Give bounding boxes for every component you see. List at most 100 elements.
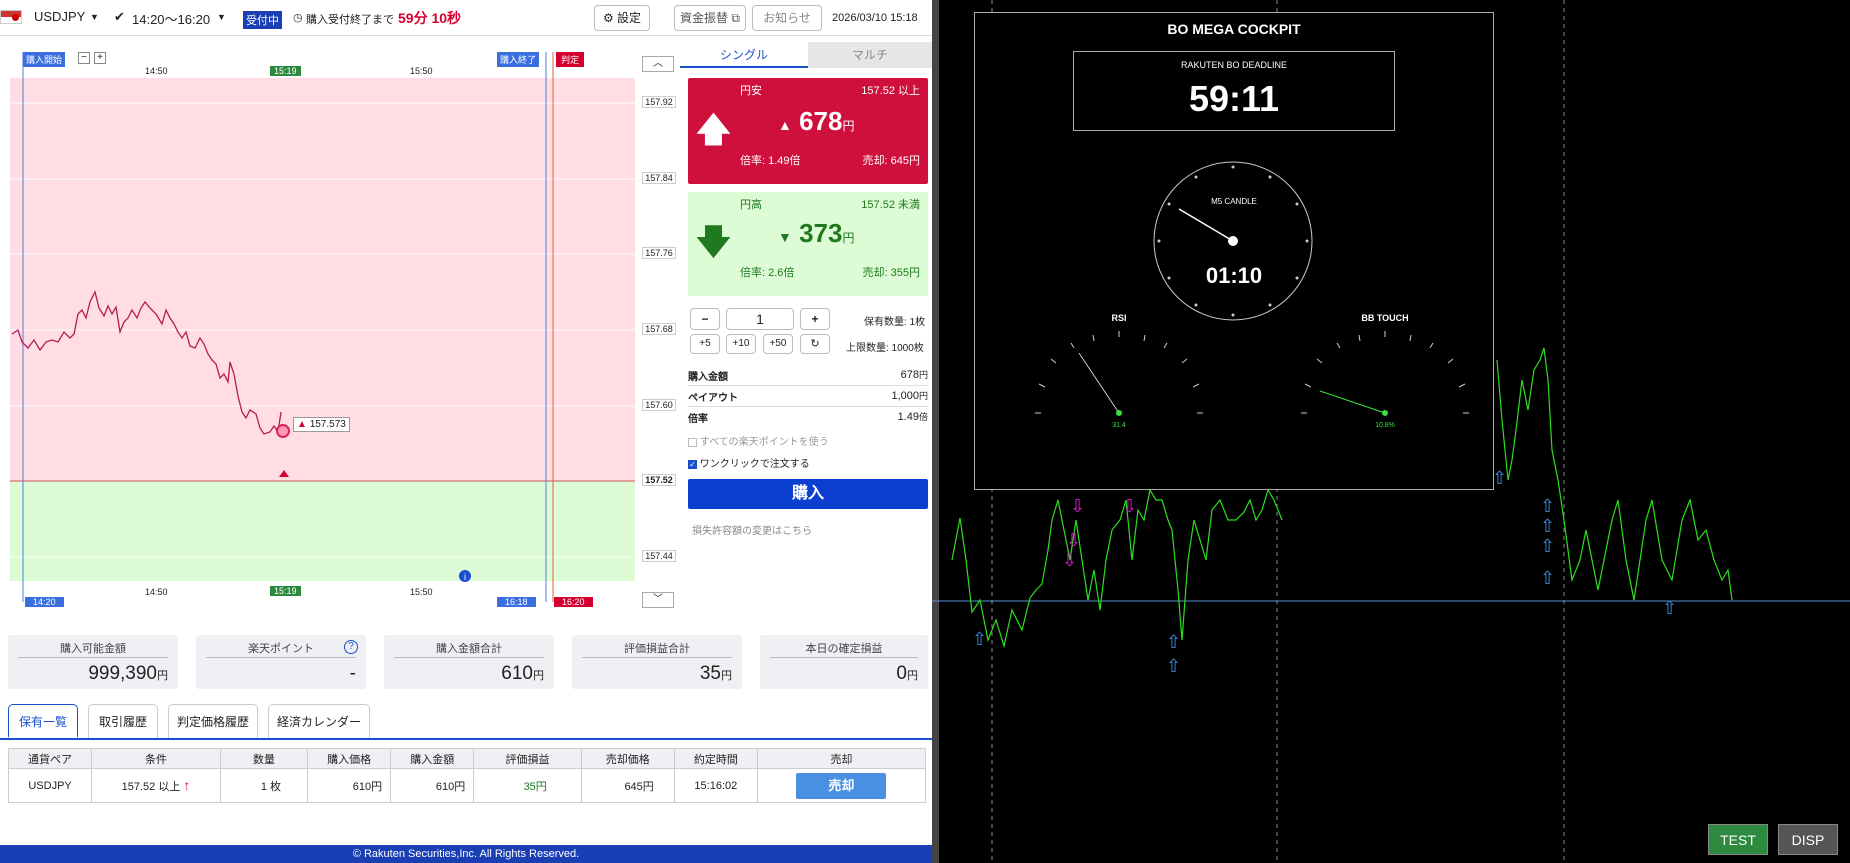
amount-row: 購入金額 678円 <box>688 366 928 386</box>
price-tick: 157.52 <box>642 474 676 486</box>
cell-condition: 157.52 以上 ↑ <box>91 768 221 803</box>
use-points-label: すべての楽天ポイントを使う <box>699 437 829 448</box>
qty-minus-button[interactable]: − <box>690 308 720 330</box>
tab-underline <box>0 738 932 740</box>
cell-amount: 610円 <box>390 768 475 803</box>
holdings-table: 通貨ペア 条件 数量 購入価格 購入金額 評価損益 売却価格 約定時間 売却 U… <box>7 748 927 803</box>
summary-unit: 円 <box>907 670 918 682</box>
down-card[interactable]: 🡇 円高 157.52 未満 ▼ 373円 倍率: 2.6倍 売却: 355円 <box>688 192 928 296</box>
tab-multi[interactable]: マルチ <box>808 42 932 68</box>
external-link-icon: ⧉ <box>731 11 740 25</box>
qty-plus-button[interactable]: + <box>800 308 830 330</box>
summary-label: 購入可能金額 <box>60 643 126 655</box>
step-5-button[interactable]: +5 <box>690 334 720 354</box>
down-price: ▼ 373円 <box>778 218 855 249</box>
time-label-top: 15:19 <box>270 66 301 76</box>
reset-button[interactable]: ↻ <box>800 334 830 354</box>
cell-buy-price: 610円 <box>307 768 392 803</box>
column-header: 通貨ペア <box>7 748 93 769</box>
column-header: 購入金額 <box>390 748 475 769</box>
flag-icon <box>0 10 22 24</box>
rate-unit: 倍 <box>918 412 928 422</box>
amount-value: 678 <box>900 369 919 381</box>
time-label-bottom: 14:20 <box>25 597 64 607</box>
cell-pl: 35円 <box>473 768 582 803</box>
pair-select[interactable]: USDJPY <box>34 9 85 24</box>
condition-text: 157.52 以上 <box>121 781 181 793</box>
zoom-in-button[interactable]: + <box>94 52 106 64</box>
trading-panel: USDJPY ▼ ✔ 14:20〜16:20 ▼ 受付中 ◷ 購入受付終了まで … <box>0 0 932 863</box>
use-points-checkbox[interactable]: すべての楽天ポイントを使う <box>688 433 829 448</box>
rate-label: 倍率 <box>688 414 708 425</box>
scroll-down-button[interactable]: ﹀ <box>642 592 674 608</box>
amount-label: 購入金額 <box>688 372 728 383</box>
summary-value: 0 <box>896 663 907 684</box>
price-tick: 157.84 <box>642 172 676 184</box>
one-click-checkbox[interactable]: ✓ ワンクリックで注文する <box>688 455 810 470</box>
step-50-button[interactable]: +50 <box>763 334 793 354</box>
arrow-up-icon: ↑ <box>183 777 191 793</box>
test-button[interactable]: TEST <box>1708 824 1768 855</box>
checkbox-icon <box>688 437 697 447</box>
time-label-top: 14:50 <box>145 66 168 76</box>
status-badge: 受付中 <box>243 11 282 29</box>
tab-judge-history[interactable]: 判定価格履歴 <box>168 704 258 738</box>
bb-value: 10.8% <box>1375 422 1395 429</box>
up-price-value: 678 <box>799 106 843 136</box>
price-series <box>951 488 1283 649</box>
cell-pair: USDJPY <box>7 768 93 803</box>
transfer-button[interactable]: 資金振替 ⧉ <box>674 5 746 31</box>
clock-hand <box>1178 208 1234 242</box>
rsi-label: RSI <box>1111 313 1127 323</box>
tab-history[interactable]: 取引履歴 <box>88 704 158 738</box>
time-label-bottom: 15:50 <box>410 587 433 597</box>
svg-text:⇩: ⇩ <box>1066 530 1081 551</box>
chevron-down-icon[interactable]: ▼ <box>217 12 226 22</box>
one-click-label: ワンクリックで注文する <box>699 459 810 470</box>
triangle-up-icon: ▲ <box>778 117 792 133</box>
settings-button[interactable]: ⚙ 設定 <box>594 5 650 31</box>
end-marker: 購入終了 <box>497 52 540 67</box>
qty-input[interactable]: 1 <box>726 308 794 330</box>
payout-value: 1,000 <box>891 390 919 402</box>
summary-unit: 円 <box>721 670 732 682</box>
cell-qty: 1 枚 <box>219 768 309 803</box>
session-select[interactable]: 14:20〜16:20 <box>132 9 210 28</box>
disp-button[interactable]: DISP <box>1778 824 1838 855</box>
loss-tolerance-link[interactable]: 損失許容額の変更はこちら <box>692 522 812 537</box>
summary-total-amount: 購入金額合計 610円 <box>384 635 554 689</box>
tab-holdings[interactable]: 保有一覧 <box>8 704 78 738</box>
price-series <box>1496 347 1733 601</box>
zoom-out-button[interactable]: − <box>78 52 90 64</box>
summary-realized: 本日の確定損益 0円 <box>760 635 928 689</box>
tab-calendar[interactable]: 経済カレンダー <box>268 704 370 738</box>
step-10-button[interactable]: +10 <box>726 334 756 354</box>
buy-button[interactable]: 購入 <box>688 479 928 509</box>
price-chart[interactable]: i 購入開始 − + 購入終了 判定 14:50 15:19 15:50 14:… <box>0 42 680 622</box>
help-icon[interactable]: ? <box>344 640 358 654</box>
payout-row: ペイアウト 1,000円 <box>688 387 928 407</box>
up-card[interactable]: 🡅 円安 157.52 以上 ▲ 678円 倍率: 1.49倍 売却: 645円 <box>688 78 928 184</box>
svg-text:i: i <box>464 572 466 582</box>
sell-button[interactable]: 売却 <box>796 772 887 799</box>
summary-label: 評価損益合計 <box>624 643 690 655</box>
scroll-up-button[interactable]: ︿ <box>642 56 674 72</box>
triangle-down-icon: ▼ <box>778 229 792 245</box>
hold-quantity: 保有数量: 1枚 <box>864 317 926 328</box>
footer: © Rakuten Securities,Inc. All Rights Res… <box>0 845 932 863</box>
chevron-down-icon[interactable]: ▼ <box>90 12 99 22</box>
tab-single[interactable]: シングル <box>680 42 808 68</box>
notice-button[interactable]: お知らせ <box>752 5 822 31</box>
summary-points: 楽天ポイント? - <box>196 635 366 689</box>
column-header: 売却価格 <box>580 748 675 769</box>
svg-text:⇧: ⇧ <box>1540 536 1555 557</box>
bb-label: BB TOUCH <box>1361 313 1409 323</box>
svg-text:⇧: ⇧ <box>1540 516 1555 537</box>
clock-label: M5 CANDLE <box>1211 197 1257 206</box>
cell-sell-price: 645円 <box>580 768 675 803</box>
time-label-top: 15:50 <box>410 66 433 76</box>
price-tick: 157.68 <box>642 323 676 335</box>
svg-text:⇩: ⇩ <box>1070 496 1085 517</box>
checkbox-checked-icon: ✓ <box>688 459 697 469</box>
cell-time: 15:16:02 <box>673 768 758 803</box>
